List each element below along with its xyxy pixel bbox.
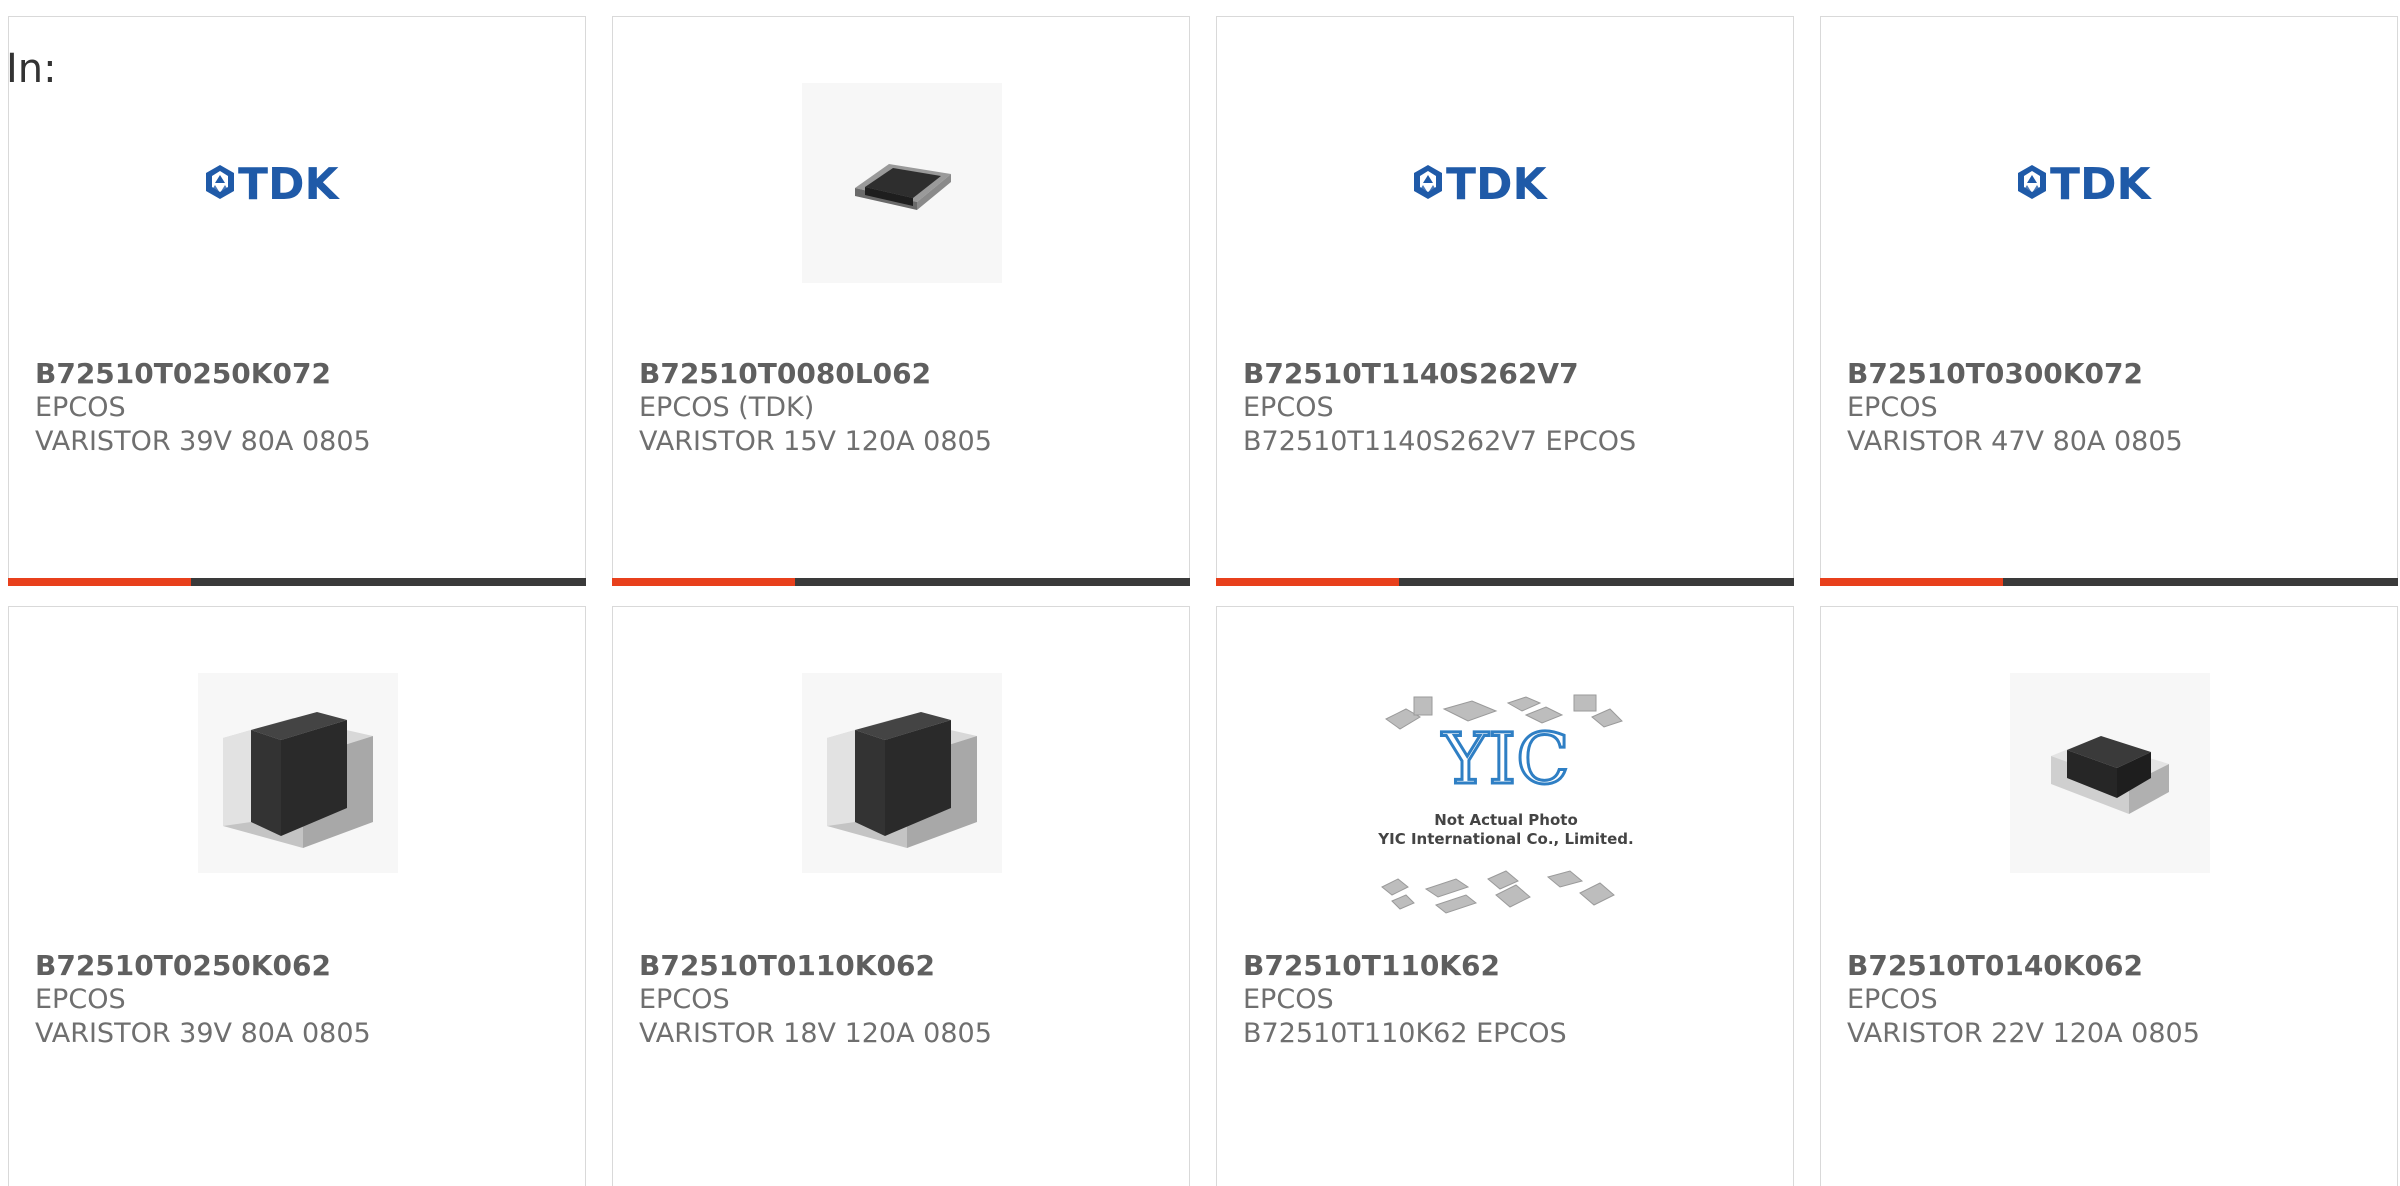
description: B72510T110K62 EPCOS <box>1243 1018 1567 1049</box>
product-image[interactable]: YIC Not Actual Photo YIC International C… <box>1366 691 1646 931</box>
card-bar-accent <box>1216 578 1399 586</box>
smd-chip-icon <box>198 673 398 873</box>
product-image[interactable]: TDK <box>2010 83 2210 283</box>
product-card[interactable]: B72510T0110K062 EPCOS VARISTOR 18V 120A … <box>612 606 1190 1186</box>
part-number[interactable]: B72510T0300K072 <box>1847 357 2387 391</box>
svg-text:TDK: TDK <box>2050 159 2153 207</box>
manufacturer: EPCOS <box>35 984 126 1015</box>
card-bar-accent <box>8 578 191 586</box>
smd-chip-icon <box>2010 673 2210 873</box>
description: VARISTOR 47V 80A 0805 <box>1847 426 2183 457</box>
description: B72510T1140S262V7 EPCOS <box>1243 426 1637 457</box>
product-image[interactable] <box>802 83 1002 283</box>
manufacturer: EPCOS <box>1847 392 1938 423</box>
product-image[interactable] <box>802 673 1002 873</box>
card-bar-accent <box>612 578 795 586</box>
svg-text:TDK: TDK <box>238 159 341 207</box>
manufacturer: EPCOS <box>35 392 126 423</box>
product-image[interactable]: TDK <box>198 83 398 283</box>
svg-text:TDK: TDK <box>1446 159 1549 207</box>
smd-chip-icon <box>802 673 1002 873</box>
product-image[interactable]: TDK <box>1406 83 1606 283</box>
manufacturer: EPCOS <box>1243 392 1334 423</box>
manufacturer: EPCOS <box>1243 984 1334 1015</box>
manufacturer: EPCOS <box>639 984 730 1015</box>
in-label: In: <box>6 46 57 92</box>
description: VARISTOR 39V 80A 0805 <box>35 1018 371 1049</box>
part-number[interactable]: B72510T0250K072 <box>35 357 575 391</box>
description: VARISTOR 39V 80A 0805 <box>35 426 371 457</box>
product-card[interactable]: B72510T0140K062 EPCOS VARISTOR 22V 120A … <box>1820 606 2398 1186</box>
card-bar-accent <box>1820 578 2003 586</box>
card-bar <box>1820 578 2398 586</box>
part-number[interactable]: B72510T0140K062 <box>1847 949 2387 983</box>
manufacturer: EPCOS <box>1847 984 1938 1015</box>
yic-placeholder-icon: YIC Not Actual Photo YIC International C… <box>1377 694 1634 914</box>
manufacturer: EPCOS (TDK) <box>639 392 815 423</box>
svg-text:Not Actual Photo: Not Actual Photo <box>1434 811 1578 829</box>
part-number[interactable]: B72510T0080L062 <box>639 357 1179 391</box>
card-bar <box>8 578 586 586</box>
part-number[interactable]: B72510T0110K062 <box>639 949 1179 983</box>
product-card[interactable]: TDK B72510T0250K072 EPCOS VARISTOR 39V 8… <box>8 16 586 586</box>
description: VARISTOR 22V 120A 0805 <box>1847 1018 2200 1049</box>
product-image[interactable] <box>198 673 398 873</box>
product-card[interactable]: YIC Not Actual Photo YIC International C… <box>1216 606 1794 1186</box>
description: VARISTOR 18V 120A 0805 <box>639 1018 992 1049</box>
card-bar <box>612 578 1190 586</box>
smd-chip-icon <box>802 83 1002 283</box>
description: VARISTOR 15V 120A 0805 <box>639 426 992 457</box>
product-card[interactable]: B72510T0250K062 EPCOS VARISTOR 39V 80A 0… <box>8 606 586 1186</box>
svg-text:YIC: YIC <box>1441 718 1569 800</box>
tdk-logo-icon: TDK <box>1414 159 1549 207</box>
product-grid: TDK B72510T0250K072 EPCOS VARISTOR 39V 8… <box>0 0 2400 1186</box>
product-card[interactable]: B72510T0080L062 EPCOS (TDK) VARISTOR 15V… <box>612 16 1190 586</box>
part-number[interactable]: B72510T0250K062 <box>35 949 575 983</box>
svg-text:YIC International Co., Limited: YIC International Co., Limited. <box>1377 830 1633 848</box>
tdk-logo-icon: TDK <box>2018 159 2153 207</box>
product-card[interactable]: TDK B72510T0300K072 EPCOS VARISTOR 47V 8… <box>1820 16 2398 586</box>
tdk-logo-icon: TDK <box>206 159 341 207</box>
product-card[interactable]: TDK B72510T1140S262V7 EPCOS B72510T1140S… <box>1216 16 1794 586</box>
card-bar <box>1216 578 1794 586</box>
product-image[interactable] <box>2010 673 2210 873</box>
part-number[interactable]: B72510T110K62 <box>1243 949 1783 983</box>
part-number[interactable]: B72510T1140S262V7 <box>1243 357 1783 391</box>
